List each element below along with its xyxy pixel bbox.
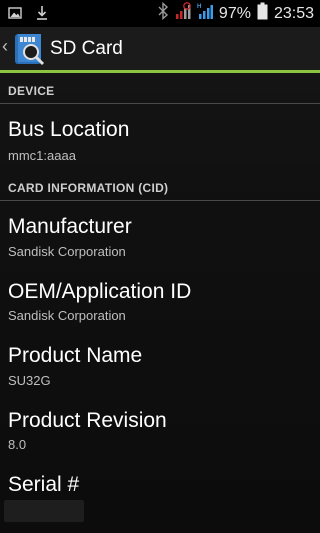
- system-status: H 97% 23:53: [157, 0, 314, 27]
- status-bar: H 97% 23:53: [0, 0, 320, 27]
- section-divider: [0, 103, 320, 104]
- redacted-serial-value: [4, 500, 84, 522]
- item-summary: 8.0: [8, 437, 27, 452]
- signal-icon: [175, 2, 191, 25]
- item-title: OEM/Application ID: [8, 280, 192, 303]
- item-title: Bus Location: [8, 118, 130, 141]
- bluetooth-icon: [157, 1, 169, 25]
- clock: 23:53: [273, 4, 314, 22]
- page-title: SD Card: [50, 38, 123, 59]
- battery-icon: [257, 2, 268, 25]
- download-icon: [36, 5, 48, 26]
- item-summary: Sandisk Corporation: [8, 244, 126, 259]
- action-bar: ‹ SD Card: [0, 27, 320, 70]
- item-summary: Sandisk Corporation: [8, 308, 126, 323]
- battery-percent: 97%: [218, 4, 251, 22]
- section-header-card-info: CARD INFORMATION (CID): [8, 181, 169, 195]
- section-divider: [0, 200, 320, 201]
- item-title: Product Name: [8, 344, 143, 367]
- section-header-device: DEVICE: [8, 84, 55, 98]
- data-signal-icon: H: [197, 2, 213, 25]
- action-bar-divider: [0, 70, 320, 73]
- item-title: Manufacturer: [8, 215, 132, 238]
- item-title: Product Revision: [8, 409, 167, 432]
- item-title: Serial #: [8, 473, 80, 496]
- image-icon: [8, 6, 22, 25]
- notification-icons: [8, 5, 48, 26]
- screen: H 97% 23:53 ‹ SD Card DEVICE Bus Locatio…: [0, 0, 320, 533]
- item-summary: mmc1:aaaa: [8, 148, 76, 163]
- item-summary: SU32G: [8, 373, 51, 388]
- sd-card-app-icon[interactable]: [12, 32, 46, 66]
- up-caret-icon[interactable]: ‹: [2, 36, 8, 57]
- svg-text:H: H: [197, 4, 201, 10]
